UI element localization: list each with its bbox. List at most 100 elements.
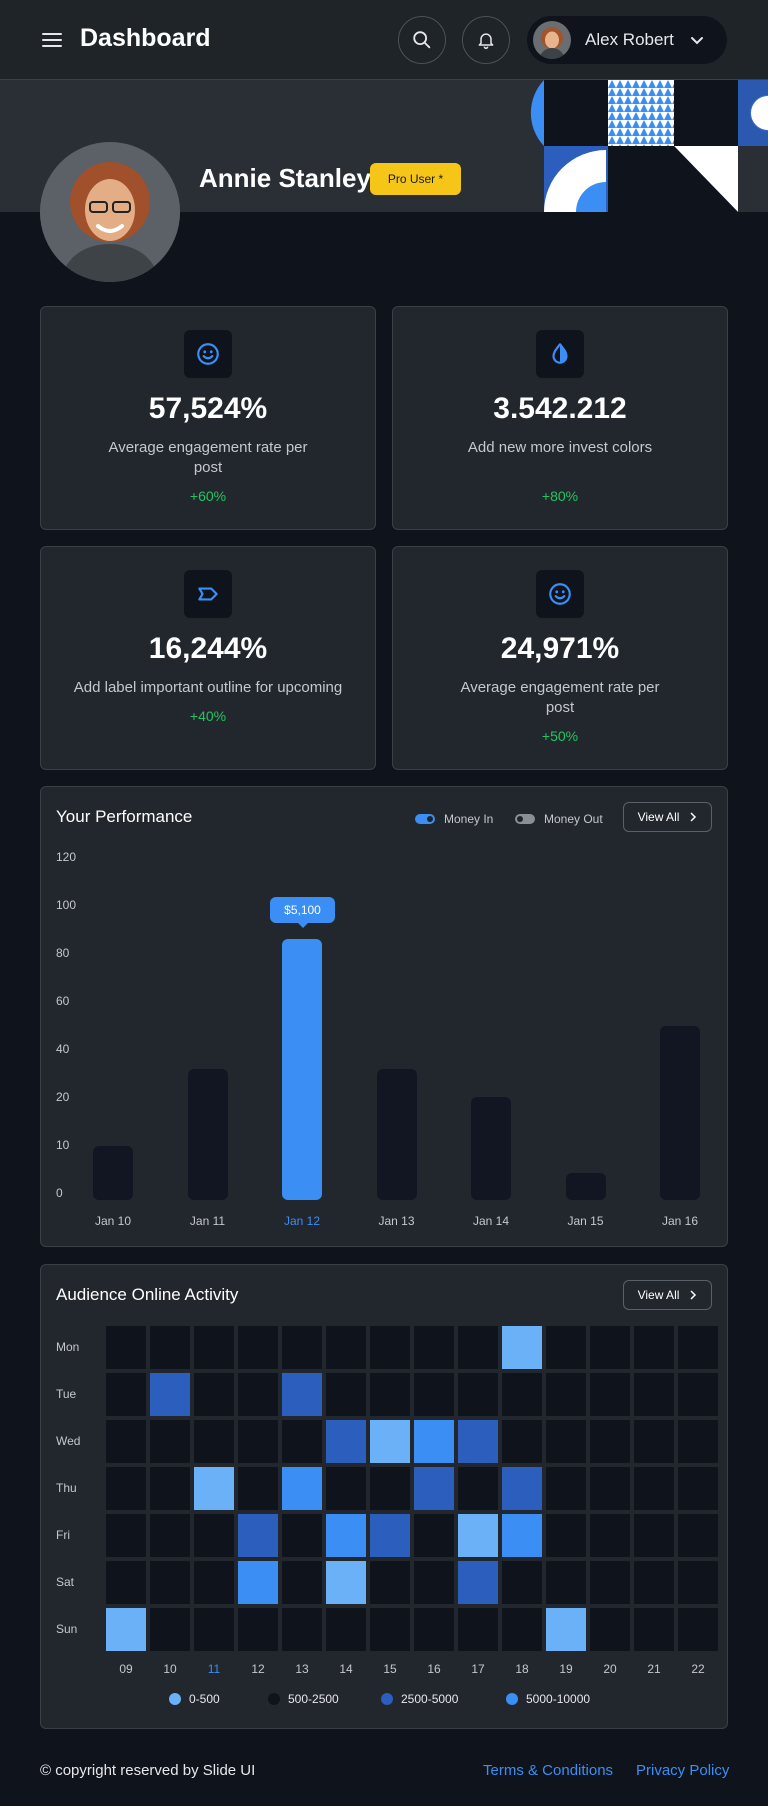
heatmap-cell [150, 1373, 190, 1416]
terms-link[interactable]: Terms & Conditions [483, 1762, 613, 1779]
heatmap-x-label: 20 [603, 1662, 617, 1676]
legend-label: 500-2500 [288, 1692, 339, 1706]
x-tick-label: Jan 13 [378, 1214, 415, 1228]
heatmap-x-label: 17 [471, 1662, 485, 1676]
view-all-button[interactable]: View All [623, 802, 712, 832]
heatmap-x-label: 12 [251, 1662, 265, 1676]
heatmap-cell [370, 1608, 410, 1651]
heatmap-cell [370, 1373, 410, 1416]
search-button[interactable] [398, 16, 446, 64]
heatmap-cell [458, 1373, 498, 1416]
heatmap-cell [414, 1467, 454, 1510]
heatmap-cell [634, 1420, 674, 1463]
heatmap-cell [678, 1514, 718, 1557]
heatmap-x-label: 13 [295, 1662, 309, 1676]
search-icon [413, 31, 431, 49]
stat-label: Average engagement rate per post [460, 679, 660, 716]
chart-bar [660, 1025, 700, 1200]
activity-panel: Audience Online Activity View All Mon Tue… [40, 1264, 728, 1729]
chart-bar [471, 1096, 511, 1200]
stat-value: 57,524% [148, 392, 268, 425]
chevron-right-icon [690, 812, 697, 822]
heatmap-cell [326, 1608, 366, 1651]
x-tick-label: Jan 14 [472, 1214, 510, 1228]
heatmap-cell [106, 1420, 146, 1463]
heatmap-cell [238, 1467, 278, 1510]
heatmap-cell [194, 1608, 234, 1651]
page-title: Dashboard [80, 24, 211, 52]
notifications-button[interactable] [462, 16, 510, 64]
heatmap-legend-item: 500-2500 [268, 1692, 339, 1706]
heatmap-cell [106, 1608, 146, 1651]
y-tick-label: 20 [56, 1090, 70, 1104]
heatmap-legend-item: 5000-10000 [506, 1692, 590, 1706]
y-tick-label: 100 [56, 898, 77, 912]
heatmap-cell [502, 1561, 542, 1604]
legend-dot [381, 1693, 393, 1705]
heatmap-cell [502, 1608, 542, 1651]
profile-name: Annie Stanley [199, 163, 371, 193]
heatmap-cell [678, 1373, 718, 1416]
heatmap-cell [458, 1467, 498, 1510]
heatmap-cell [502, 1326, 542, 1369]
heatmap-cell [634, 1467, 674, 1510]
stat-label: Average engagement rate per post [108, 439, 308, 476]
heatmap-x-label: 19 [559, 1662, 573, 1676]
heatmap-legend-item: 0-500 [169, 1692, 220, 1706]
heatmap-cell [634, 1326, 674, 1369]
chart-bar [376, 1069, 417, 1200]
chart-bar [187, 1069, 228, 1200]
heatmap-cell [238, 1561, 278, 1604]
heatmap-cell [546, 1608, 586, 1651]
user-menu[interactable]: Alex Robert [527, 16, 727, 64]
y-tick-label: 10 [56, 1138, 70, 1152]
heatmap-cell [238, 1326, 278, 1369]
heatmap-cell [194, 1514, 234, 1557]
heatmap-cell [282, 1326, 322, 1369]
heatmap-cell [546, 1326, 586, 1369]
money-in-toggle[interactable]: Money In [415, 812, 493, 826]
day-label: Tue [56, 1387, 77, 1401]
heatmap-cell [238, 1514, 278, 1557]
heatmap-cell [590, 1561, 630, 1604]
stat-card: 16,244% Add label important outline for … [40, 546, 376, 770]
x-tick-label: Jan 16 [661, 1214, 699, 1228]
y-tick-label: 60 [56, 994, 70, 1008]
stat-change: +40% [189, 708, 227, 724]
panel-title: Your Performance [56, 807, 193, 826]
heatmap-cell [106, 1514, 146, 1557]
heatmap-cell [370, 1467, 410, 1510]
heatmap-cell [150, 1514, 190, 1557]
copyright-text: © copyright reserved by Slide UI [40, 1762, 256, 1779]
heatmap-cell [194, 1326, 234, 1369]
heatmap-cell [590, 1373, 630, 1416]
heatmap-cell [634, 1561, 674, 1604]
heatmap-cell [150, 1561, 190, 1604]
y-tick-label: 120 [56, 850, 77, 864]
day-label: Sun [56, 1622, 78, 1636]
legend-label: 5000-10000 [526, 1692, 591, 1706]
heatmap-cell [326, 1326, 366, 1369]
heatmap-cell [282, 1514, 322, 1557]
stat-card: 24,971% Average engagement rate per post… [392, 546, 728, 770]
view-all-button[interactable]: View All [623, 1280, 712, 1310]
heatmap-cell [590, 1467, 630, 1510]
heatmap-cell [546, 1373, 586, 1416]
heatmap-x-label: 18 [515, 1662, 529, 1676]
heatmap-x-label: 21 [647, 1662, 661, 1676]
legend-dot [268, 1693, 280, 1705]
heatmap-cell [546, 1467, 586, 1510]
heatmap-cell [502, 1467, 542, 1510]
pro-user-badge: Pro User * [370, 163, 461, 195]
heatmap-cell [414, 1326, 454, 1369]
money-out-toggle[interactable]: Money Out [515, 812, 603, 826]
x-tick-label: Jan 12 [283, 1214, 321, 1228]
heatmap-cell [194, 1561, 234, 1604]
x-tick-label: Jan 10 [94, 1214, 132, 1228]
heatmap-cell [590, 1420, 630, 1463]
menu-icon[interactable] [40, 28, 64, 52]
heatmap-x-label: 14 [339, 1662, 353, 1676]
heatmap-cell [194, 1373, 234, 1416]
privacy-link[interactable]: Privacy Policy [636, 1762, 729, 1779]
heatmap-cell [238, 1373, 278, 1416]
